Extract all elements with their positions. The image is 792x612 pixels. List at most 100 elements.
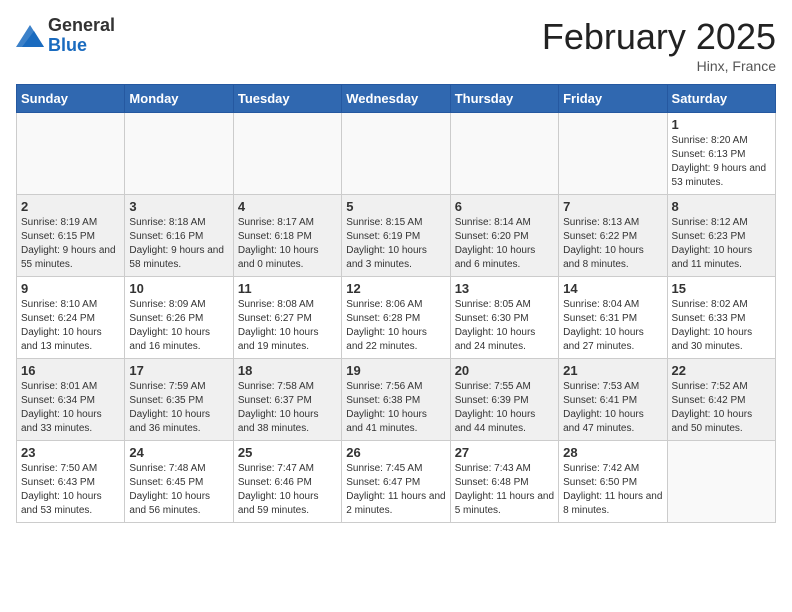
calendar-week-row-4: 23Sunrise: 7:50 AM Sunset: 6:43 PM Dayli…	[17, 441, 776, 523]
title-block: February 2025 Hinx, France	[542, 16, 776, 74]
day-number: 22	[672, 363, 771, 378]
day-info: Sunrise: 7:43 AM Sunset: 6:48 PM Dayligh…	[455, 462, 554, 518]
day-info: Sunrise: 7:56 AM Sunset: 6:38 PM Dayligh…	[346, 380, 445, 436]
day-info: Sunrise: 7:52 AM Sunset: 6:42 PM Dayligh…	[672, 380, 771, 436]
calendar-cell	[450, 113, 558, 195]
day-number: 2	[21, 199, 120, 214]
calendar-cell: 10 Sunrise: 8:09 AM Sunset: 6:26 PM Dayli…	[125, 277, 233, 359]
day-number: 1	[672, 117, 771, 132]
calendar-cell: 17Sunrise: 7:59 AM Sunset: 6:35 PM Dayli…	[125, 359, 233, 441]
logo: General Blue	[16, 16, 115, 56]
day-info: Sunrise: 8:17 AM Sunset: 6:18 PM Dayligh…	[238, 216, 337, 272]
header-friday: Friday	[559, 85, 667, 113]
day-number: 28	[563, 445, 662, 460]
logo-icon	[16, 25, 44, 47]
calendar-week-row-3: 16 Sunrise: 8:01 AM Sunset: 6:34 PM Dayli…	[17, 359, 776, 441]
day-info: Sunrise: 8:09 AM Sunset: 6:26 PM Dayligh…	[129, 298, 228, 354]
logo-general-text: General	[48, 16, 115, 36]
day-info: Sunrise: 8:18 AM Sunset: 6:16 PM Dayligh…	[129, 216, 228, 272]
calendar-cell: 16 Sunrise: 8:01 AM Sunset: 6:34 PM Dayli…	[17, 359, 125, 441]
day-info: Sunrise: 7:45 AM Sunset: 6:47 PM Dayligh…	[346, 462, 445, 518]
calendar-cell: 8 Sunrise: 8:12 AM Sunset: 6:23 PM Daylig…	[667, 195, 775, 277]
day-info: Sunrise: 8:08 AM Sunset: 6:27 PM Dayligh…	[238, 298, 337, 354]
calendar-week-row-0: 1 Sunrise: 8:20 AM Sunset: 6:13 PM Daylig…	[17, 113, 776, 195]
calendar-subtitle: Hinx, France	[542, 58, 776, 74]
weekday-header-row: Sunday Monday Tuesday Wednesday Thursday…	[17, 85, 776, 113]
calendar-cell: 26 Sunrise: 7:45 AM Sunset: 6:47 PM Dayli…	[342, 441, 450, 523]
day-info: Sunrise: 8:04 AM Sunset: 6:31 PM Dayligh…	[563, 298, 662, 354]
calendar-cell: 6 Sunrise: 8:14 AM Sunset: 6:20 PM Daylig…	[450, 195, 558, 277]
day-info: Sunrise: 7:42 AM Sunset: 6:50 PM Dayligh…	[563, 462, 662, 518]
logo-blue-text: Blue	[48, 36, 115, 56]
day-info: Sunrise: 7:48 AM Sunset: 6:45 PM Dayligh…	[129, 462, 228, 518]
day-number: 8	[672, 199, 771, 214]
header-sunday: Sunday	[17, 85, 125, 113]
day-number: 27	[455, 445, 554, 460]
calendar-week-row-1: 2 Sunrise: 8:19 AM Sunset: 6:15 PM Daylig…	[17, 195, 776, 277]
day-number: 3	[129, 199, 228, 214]
calendar-cell: 24 Sunrise: 7:48 AM Sunset: 6:45 PM Dayli…	[125, 441, 233, 523]
day-info: Sunrise: 8:06 AM Sunset: 6:28 PM Dayligh…	[346, 298, 445, 354]
calendar-cell: 19Sunrise: 7:56 AM Sunset: 6:38 PM Dayli…	[342, 359, 450, 441]
header-saturday: Saturday	[667, 85, 775, 113]
calendar-cell: 20 Sunrise: 7:55 AM Sunset: 6:39 PM Dayli…	[450, 359, 558, 441]
day-number: 15	[672, 281, 771, 296]
day-info: Sunrise: 7:59 AM Sunset: 6:35 PM Dayligh…	[129, 380, 228, 436]
day-number: 18	[238, 363, 337, 378]
day-info: Sunrise: 8:19 AM Sunset: 6:15 PM Dayligh…	[21, 216, 120, 272]
calendar-cell	[233, 113, 341, 195]
day-number: 6	[455, 199, 554, 214]
day-info: Sunrise: 8:15 AM Sunset: 6:19 PM Dayligh…	[346, 216, 445, 272]
calendar-cell: 2 Sunrise: 8:19 AM Sunset: 6:15 PM Daylig…	[17, 195, 125, 277]
calendar-cell: 1 Sunrise: 8:20 AM Sunset: 6:13 PM Daylig…	[667, 113, 775, 195]
day-info: Sunrise: 7:55 AM Sunset: 6:39 PM Dayligh…	[455, 380, 554, 436]
logo-text: General Blue	[48, 16, 115, 56]
calendar-cell: 14Sunrise: 8:04 AM Sunset: 6:31 PM Dayli…	[559, 277, 667, 359]
calendar-cell: 13 Sunrise: 8:05 AM Sunset: 6:30 PM Dayli…	[450, 277, 558, 359]
day-number: 4	[238, 199, 337, 214]
day-number: 25	[238, 445, 337, 460]
calendar-cell: 7 Sunrise: 8:13 AM Sunset: 6:22 PM Daylig…	[559, 195, 667, 277]
header-monday: Monday	[125, 85, 233, 113]
calendar-cell	[559, 113, 667, 195]
day-number: 16	[21, 363, 120, 378]
header-tuesday: Tuesday	[233, 85, 341, 113]
day-info: Sunrise: 8:05 AM Sunset: 6:30 PM Dayligh…	[455, 298, 554, 354]
day-number: 9	[21, 281, 120, 296]
header-wednesday: Wednesday	[342, 85, 450, 113]
day-info: Sunrise: 8:01 AM Sunset: 6:34 PM Dayligh…	[21, 380, 120, 436]
calendar-cell: 9 Sunrise: 8:10 AM Sunset: 6:24 PM Daylig…	[17, 277, 125, 359]
calendar-cell: 23Sunrise: 7:50 AM Sunset: 6:43 PM Dayli…	[17, 441, 125, 523]
calendar-cell: 22 Sunrise: 7:52 AM Sunset: 6:42 PM Dayli…	[667, 359, 775, 441]
calendar-cell: 5 Sunrise: 8:15 AM Sunset: 6:19 PM Daylig…	[342, 195, 450, 277]
day-info: Sunrise: 8:14 AM Sunset: 6:20 PM Dayligh…	[455, 216, 554, 272]
day-info: Sunrise: 8:02 AM Sunset: 6:33 PM Dayligh…	[672, 298, 771, 354]
calendar-cell	[667, 441, 775, 523]
calendar-cell	[125, 113, 233, 195]
calendar-cell: 12 Sunrise: 8:06 AM Sunset: 6:28 PM Dayli…	[342, 277, 450, 359]
day-info: Sunrise: 8:10 AM Sunset: 6:24 PM Dayligh…	[21, 298, 120, 354]
day-info: Sunrise: 7:58 AM Sunset: 6:37 PM Dayligh…	[238, 380, 337, 436]
day-info: Sunrise: 7:50 AM Sunset: 6:43 PM Dayligh…	[21, 462, 120, 518]
day-number: 20	[455, 363, 554, 378]
calendar-cell: 4 Sunrise: 8:17 AM Sunset: 6:18 PM Daylig…	[233, 195, 341, 277]
calendar-cell: 3 Sunrise: 8:18 AM Sunset: 6:16 PM Daylig…	[125, 195, 233, 277]
day-number: 13	[455, 281, 554, 296]
day-number: 7	[563, 199, 662, 214]
day-number: 26	[346, 445, 445, 460]
calendar-cell: 28 Sunrise: 7:42 AM Sunset: 6:50 PM Dayli…	[559, 441, 667, 523]
day-info: Sunrise: 7:47 AM Sunset: 6:46 PM Dayligh…	[238, 462, 337, 518]
calendar-week-row-2: 9 Sunrise: 8:10 AM Sunset: 6:24 PM Daylig…	[17, 277, 776, 359]
calendar-cell: 11Sunrise: 8:08 AM Sunset: 6:27 PM Dayli…	[233, 277, 341, 359]
calendar-cell: 21Sunrise: 7:53 AM Sunset: 6:41 PM Dayli…	[559, 359, 667, 441]
day-info: Sunrise: 8:20 AM Sunset: 6:13 PM Dayligh…	[672, 134, 771, 190]
day-info: Sunrise: 8:13 AM Sunset: 6:22 PM Dayligh…	[563, 216, 662, 272]
day-number: 5	[346, 199, 445, 214]
day-number: 10	[129, 281, 228, 296]
page-header: General Blue February 2025 Hinx, France	[16, 16, 776, 74]
calendar-cell: 15 Sunrise: 8:02 AM Sunset: 6:33 PM Dayli…	[667, 277, 775, 359]
day-info: Sunrise: 8:12 AM Sunset: 6:23 PM Dayligh…	[672, 216, 771, 272]
calendar-cell	[342, 113, 450, 195]
day-number: 12	[346, 281, 445, 296]
day-number: 24	[129, 445, 228, 460]
